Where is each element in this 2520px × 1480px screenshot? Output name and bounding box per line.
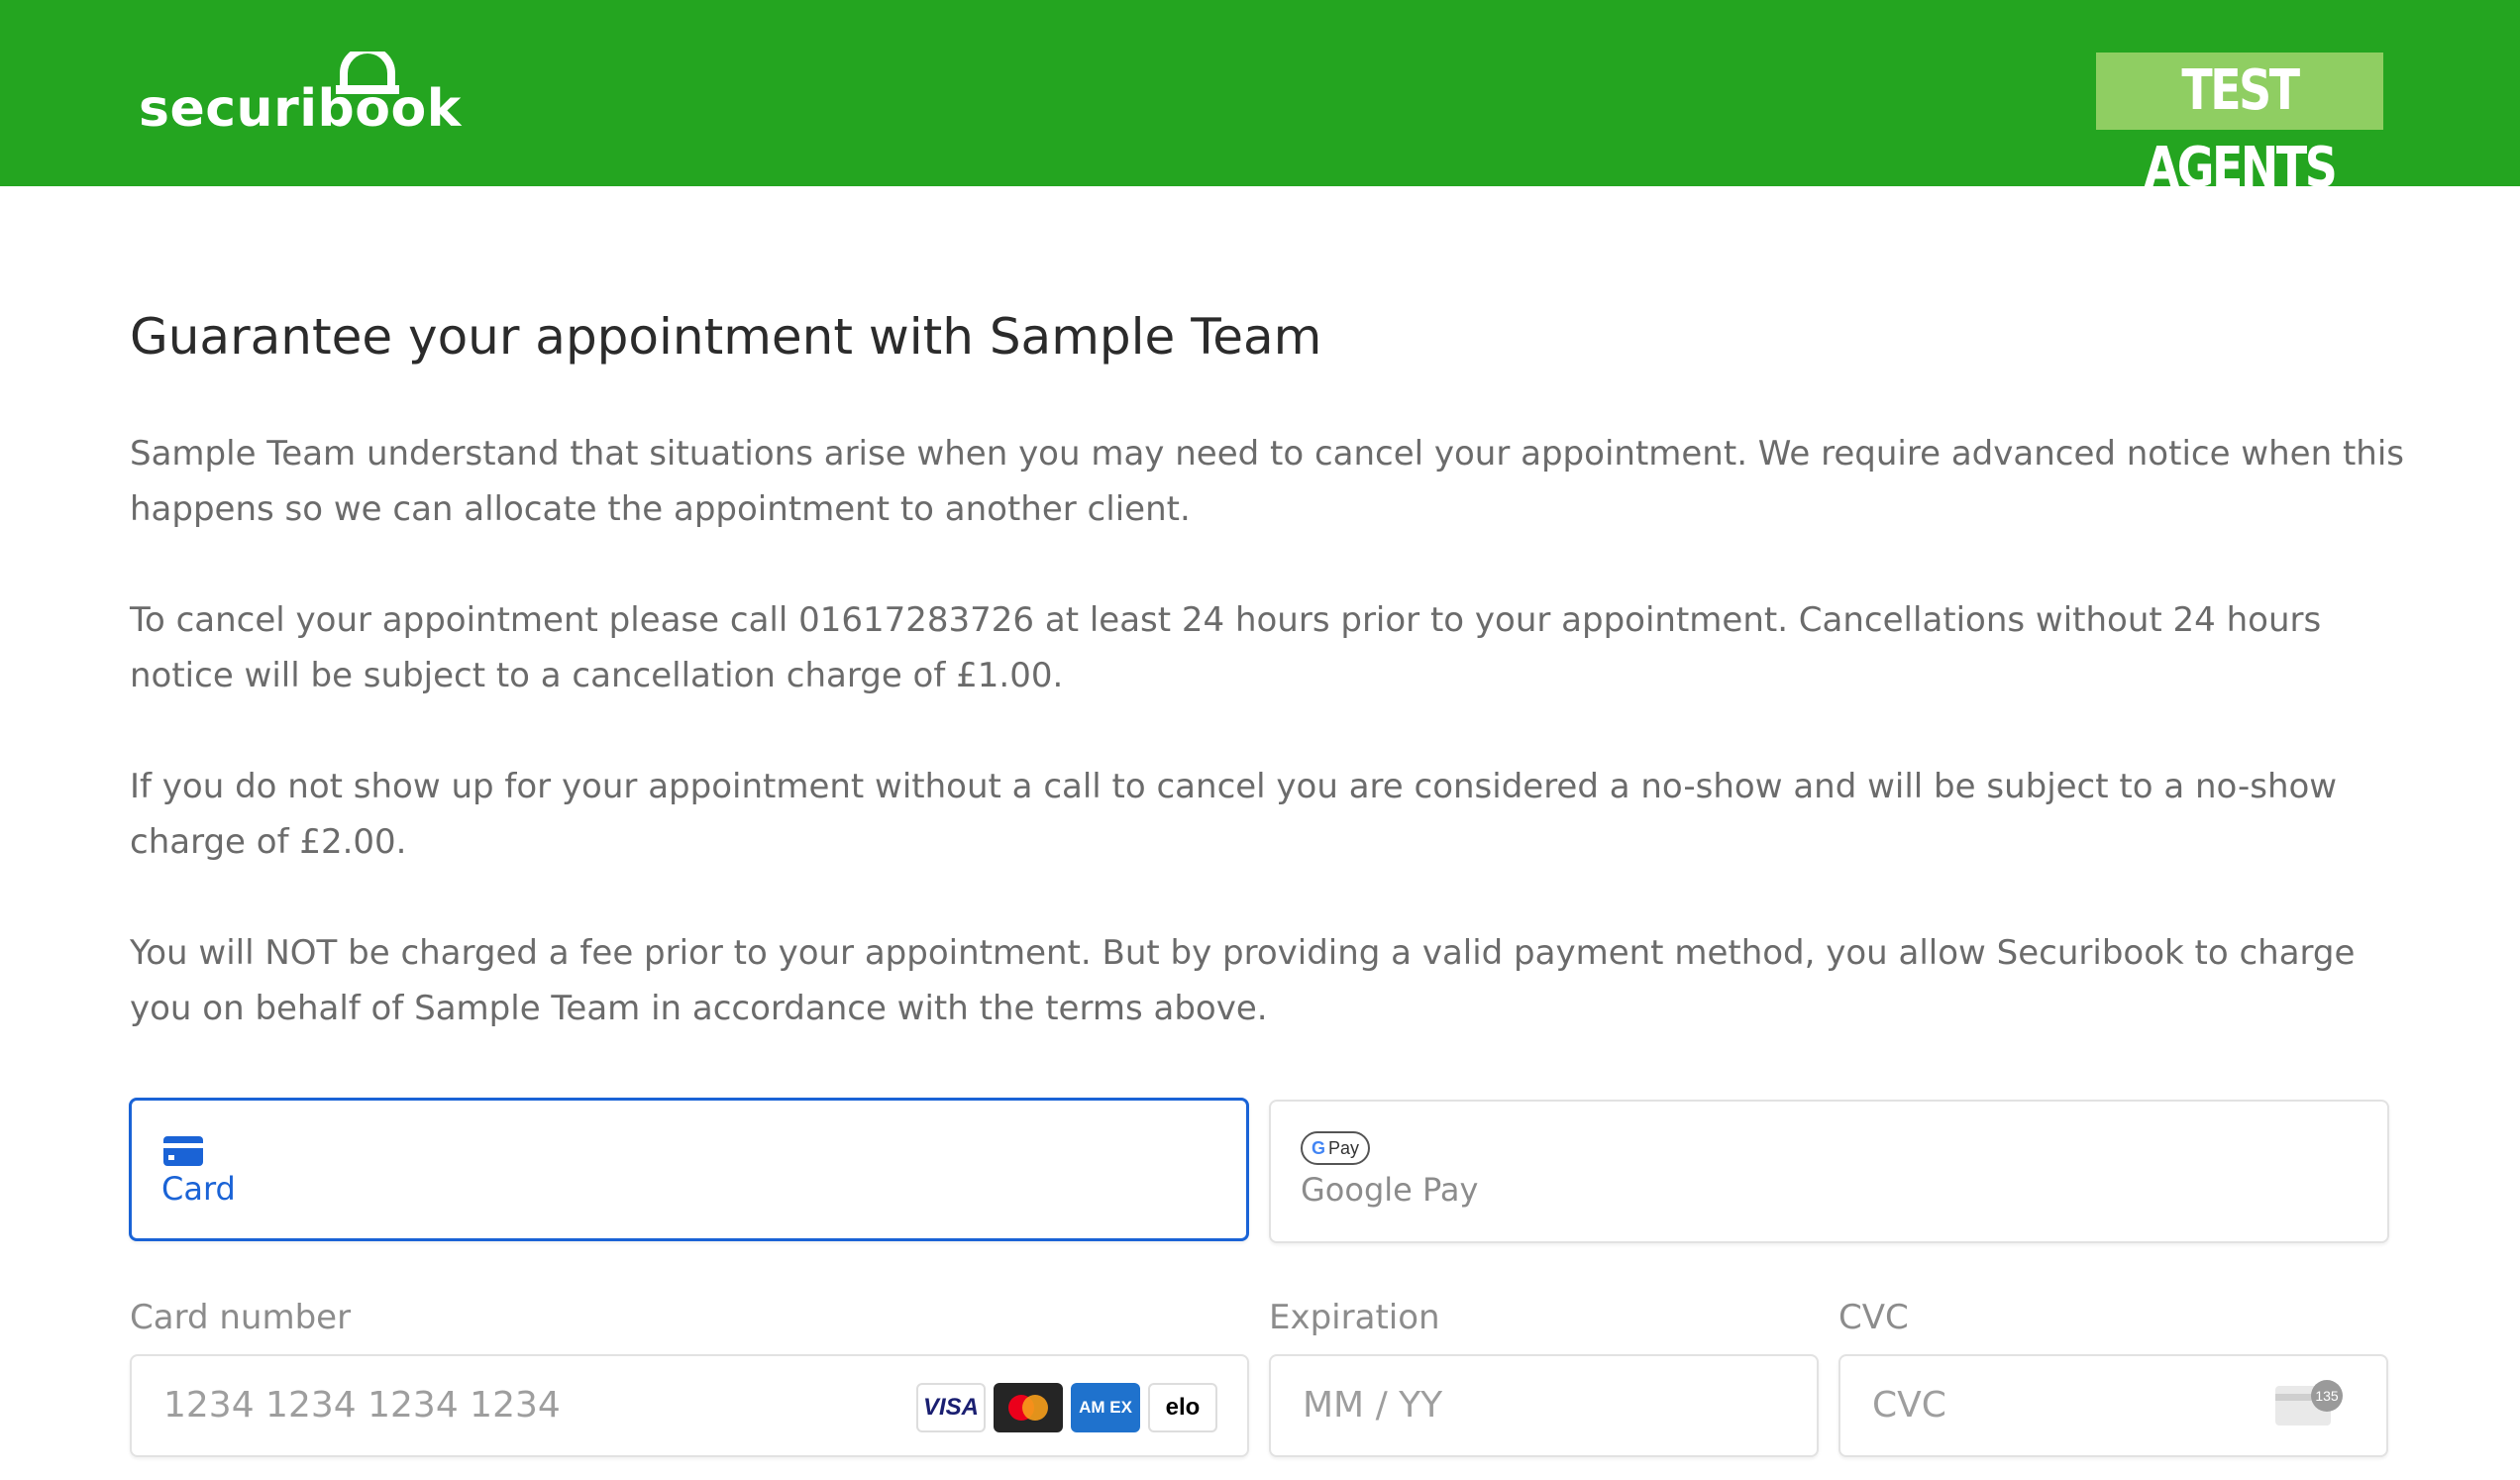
card-number-label: Card number <box>130 1298 352 1337</box>
tab-google-pay-label: Google Pay <box>1301 1171 1479 1209</box>
mastercard-icon <box>994 1383 1063 1432</box>
tab-card[interactable]: Card <box>129 1098 1249 1241</box>
main-content: Guarantee your appointment with Sample T… <box>130 297 2404 1028</box>
amex-icon: AM EX <box>1071 1383 1140 1432</box>
card-brand-icons: VISA AM EX elo <box>916 1383 1217 1432</box>
policy-paragraph-4: You will NOT be charged a fee prior to y… <box>130 933 2356 1028</box>
test-agents-badge: TEST AGENTS <box>2096 53 2383 200</box>
visa-icon: VISA <box>916 1383 986 1432</box>
credit-card-icon <box>163 1136 203 1166</box>
policy-paragraph-2: To cancel your appointment please call 0… <box>130 600 2322 695</box>
cvc-input[interactable] <box>1870 1384 2202 1427</box>
elo-icon: elo <box>1148 1383 1217 1432</box>
cvc-card-icon: 135 <box>2275 1380 2343 1426</box>
tab-google-pay[interactable]: G Pay Google Pay <box>1269 1100 2389 1243</box>
expiration-input[interactable] <box>1301 1384 1632 1427</box>
cvc-label: CVC <box>1838 1298 1909 1337</box>
padlock-icon <box>336 52 399 94</box>
card-number-input[interactable] <box>161 1384 835 1427</box>
cvc-field[interactable]: 135 <box>1838 1354 2388 1457</box>
card-number-field[interactable]: VISA AM EX elo <box>130 1354 1249 1457</box>
google-pay-icon: G Pay <box>1301 1131 1370 1165</box>
expiration-label: Expiration <box>1269 1298 1440 1337</box>
expiration-field[interactable] <box>1269 1354 1819 1457</box>
tab-card-label: Card <box>161 1170 236 1208</box>
header-bar: securibook TEST AGENTS <box>0 0 2520 200</box>
policy-paragraph-3: If you do not show up for your appointme… <box>130 767 2338 862</box>
page-title: Guarantee your appointment with Sample T… <box>130 308 1322 366</box>
policy-paragraph-1: Sample Team understand that situations a… <box>130 434 2404 529</box>
